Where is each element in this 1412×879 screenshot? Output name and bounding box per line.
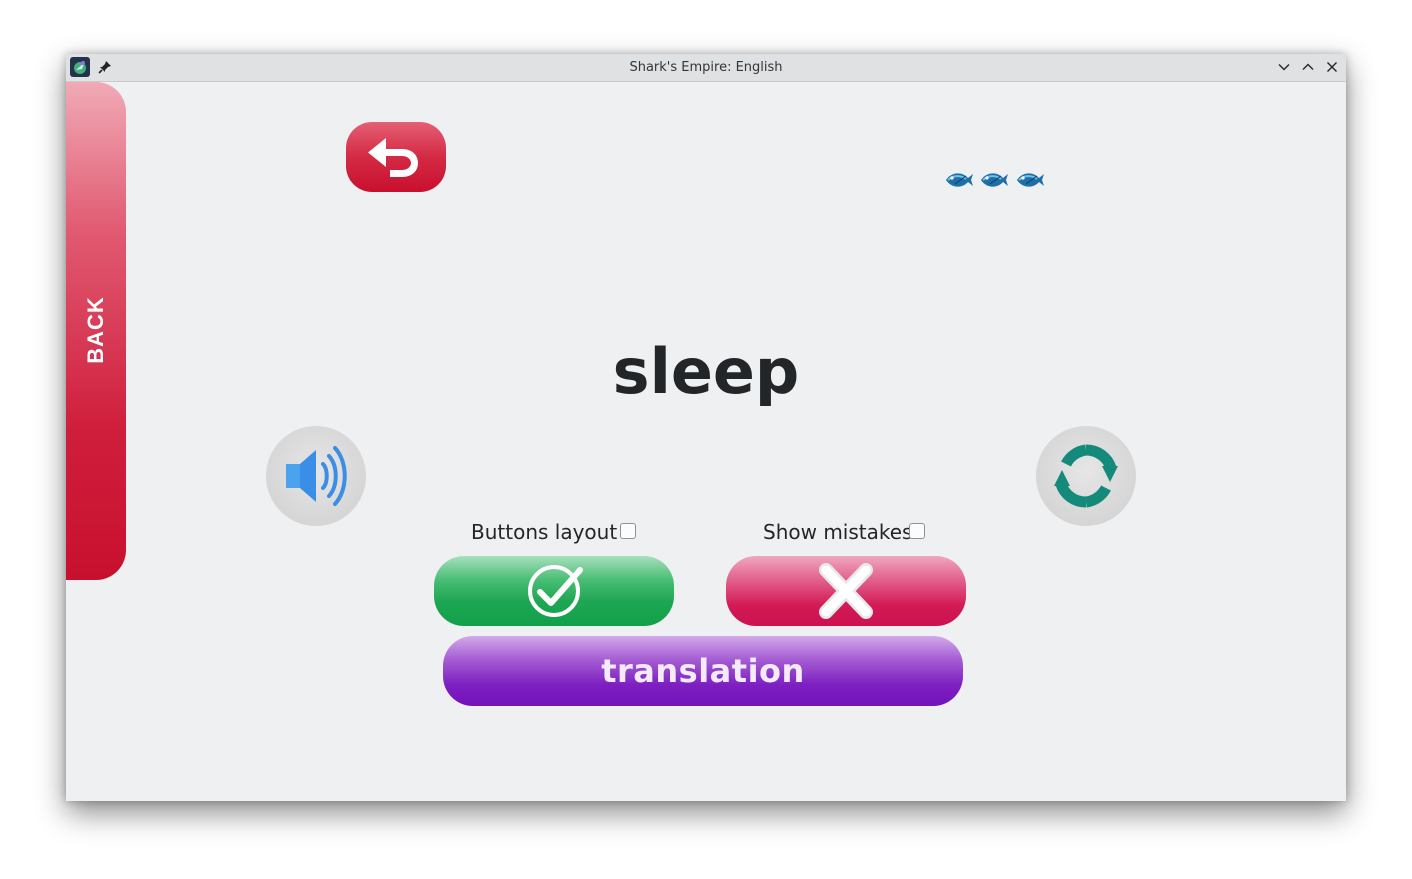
translation-button[interactable]: translation: [443, 636, 963, 706]
app-window: Shark's Empire: English BACK sleep Butto…: [66, 54, 1346, 801]
refresh-button[interactable]: [1036, 426, 1136, 526]
minimize-button[interactable]: [1276, 59, 1292, 75]
chevron-up-icon: [1302, 63, 1314, 70]
undo-icon: [368, 138, 418, 177]
close-button[interactable]: [1324, 59, 1340, 75]
speaker-icon: [286, 446, 347, 506]
chevron-down-icon: [1278, 64, 1290, 71]
flashcard-word: sleep: [612, 335, 800, 408]
fish-icon: [944, 166, 974, 194]
close-icon: [1327, 62, 1337, 72]
show-mistakes-checkbox[interactable]: [909, 523, 925, 539]
undo-button[interactable]: [346, 122, 446, 192]
fish-icon: [979, 166, 1009, 194]
back-tab-button[interactable]: BACK: [66, 82, 126, 580]
buttons-layout-label: Buttons layout: [471, 520, 618, 544]
wrong-button[interactable]: [726, 556, 966, 626]
refresh-icon: [1054, 444, 1118, 508]
show-mistakes-label: Show mistakes: [763, 520, 913, 544]
buttons-layout-checkbox[interactable]: [620, 523, 636, 539]
speak-button[interactable]: [266, 426, 366, 526]
lives-indicator: [944, 166, 1054, 194]
correct-button[interactable]: [434, 556, 674, 626]
x-mark-icon: [819, 563, 873, 619]
fish-icon: [1015, 166, 1045, 194]
check-circle-icon: [528, 565, 583, 617]
maximize-button[interactable]: [1300, 59, 1316, 75]
title-bar: Shark's Empire: English: [66, 54, 1346, 82]
window-title: Shark's Empire: English: [629, 60, 783, 75]
